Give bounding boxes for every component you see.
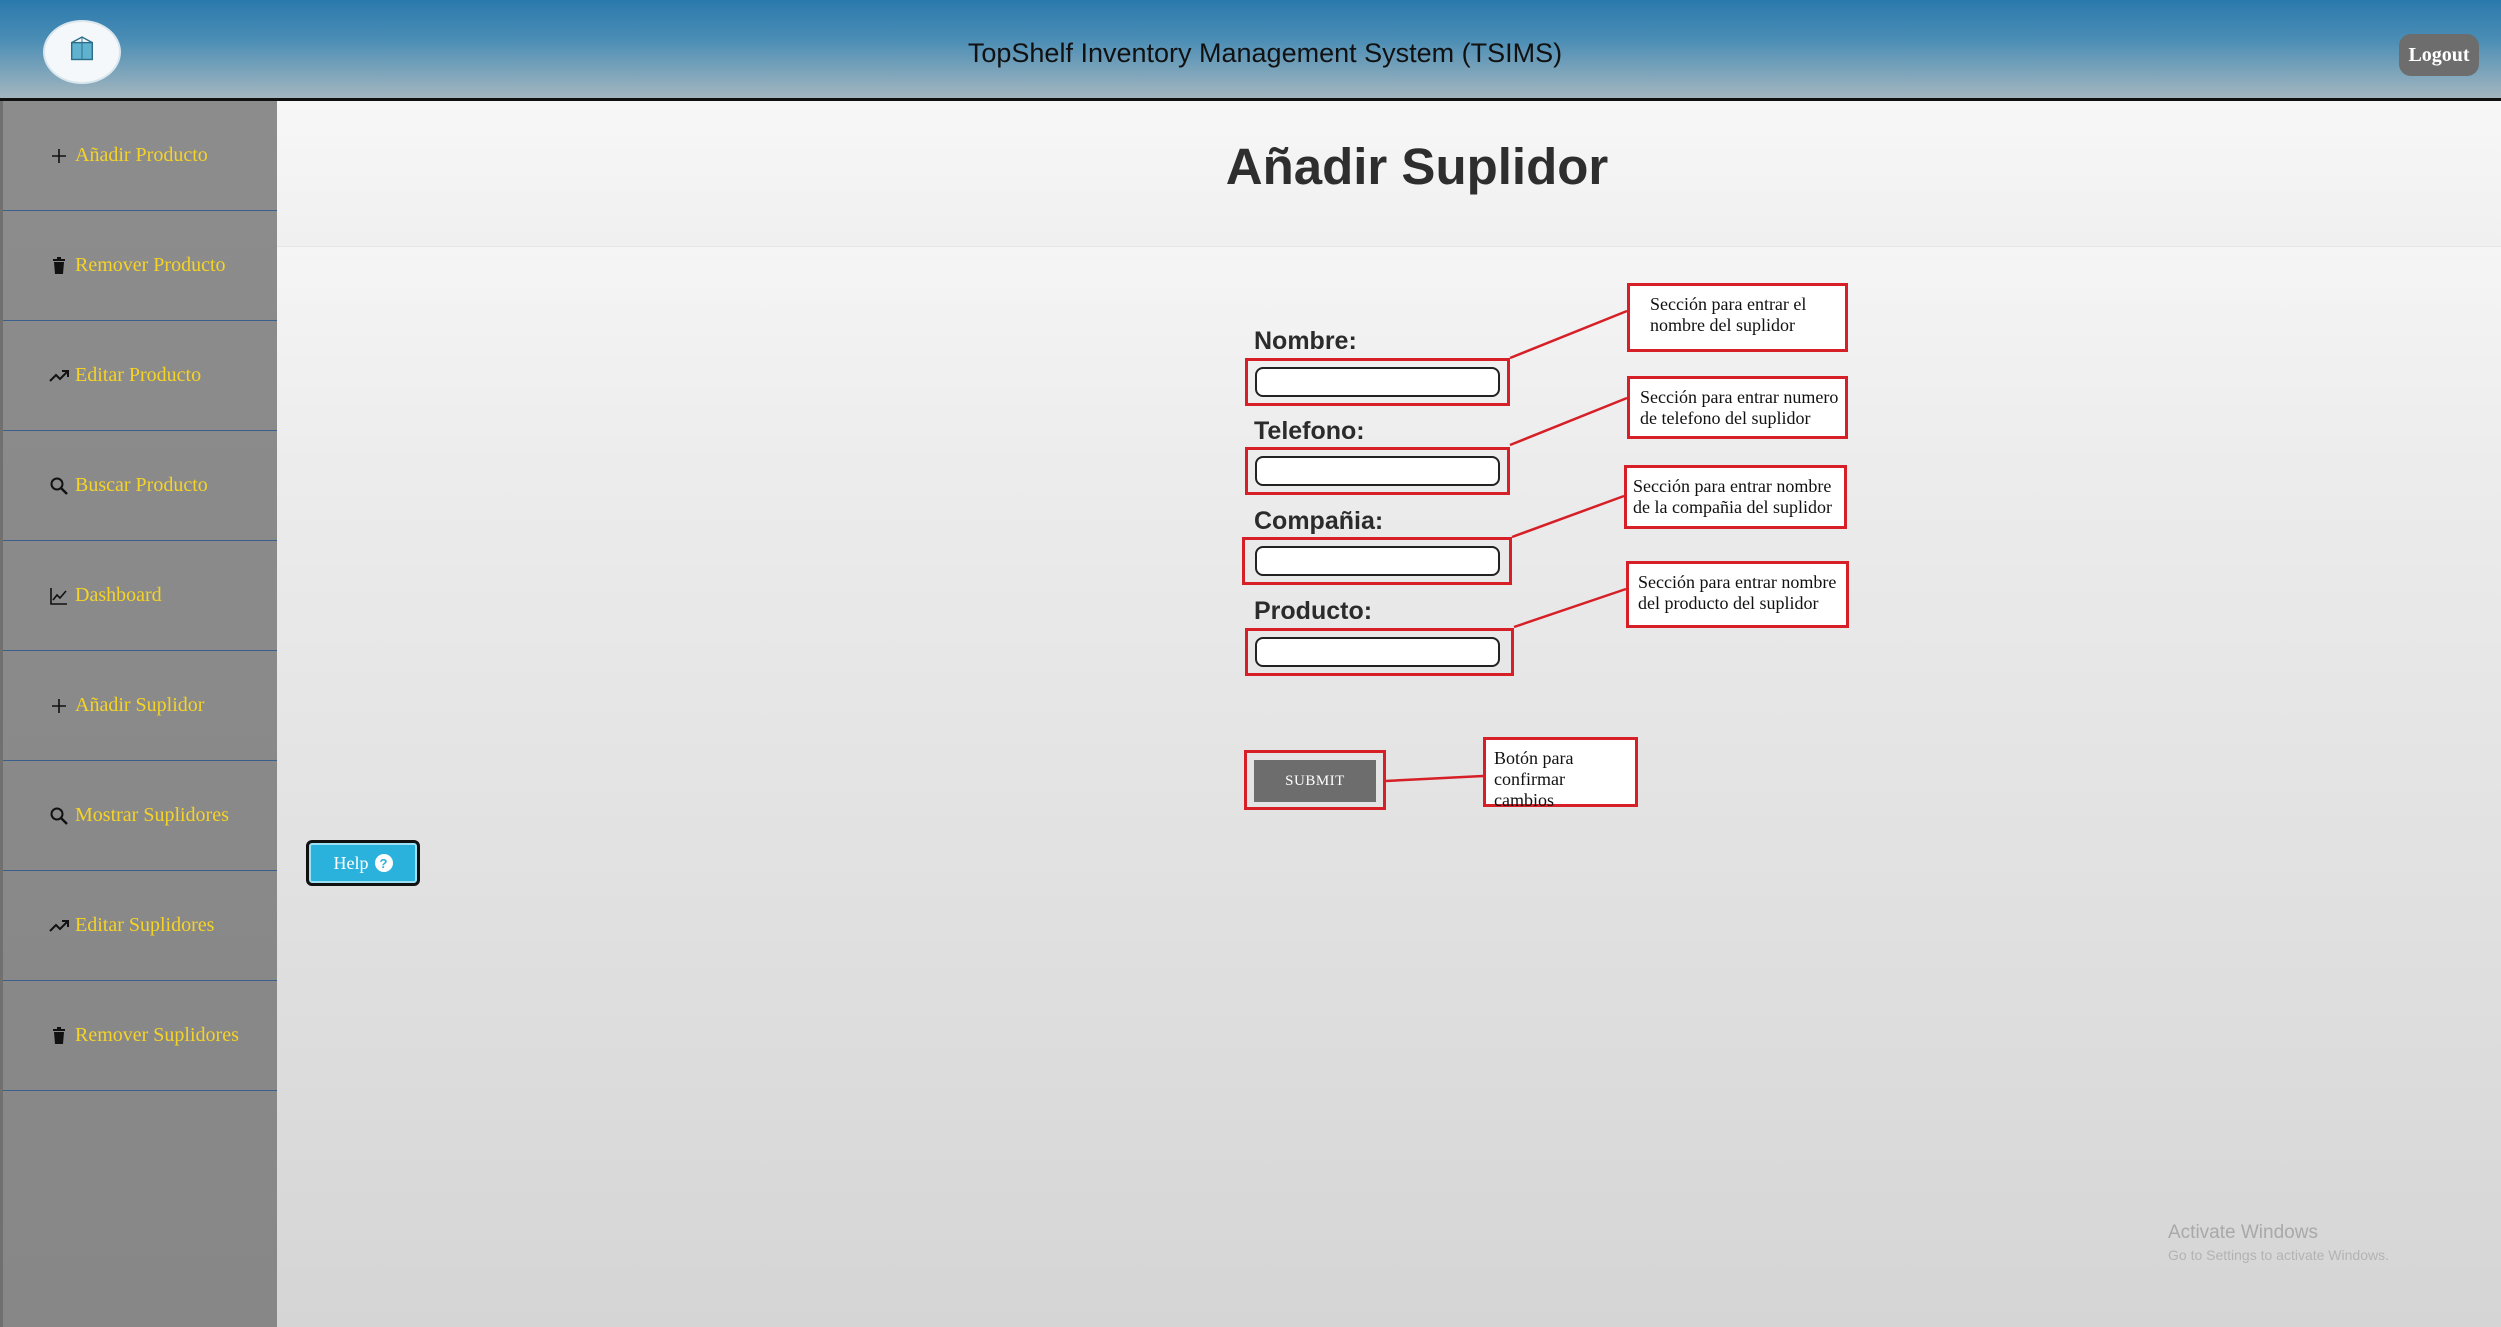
- sidebar-item-label: Remover Producto: [75, 254, 226, 276]
- sidebar-item-anadir-suplidor[interactable]: Añadir Suplidor: [3, 651, 280, 761]
- producto-label: Producto:: [1254, 597, 1373, 625]
- sidebar-item-editar-suplidores[interactable]: Editar Suplidores: [3, 871, 280, 981]
- sidebar-item-label: Añadir Suplidor: [75, 694, 205, 716]
- sidebar-item-editar-producto[interactable]: Editar Producto: [3, 321, 280, 431]
- line-chart-icon: [49, 586, 69, 606]
- producto-note: Sección para entrar nombre del producto …: [1626, 561, 1849, 628]
- sidebar-item-label: Buscar Producto: [75, 474, 208, 496]
- sidebar-item-label: Mostrar Suplidores: [75, 804, 229, 826]
- submit-button[interactable]: SUBMIT: [1254, 760, 1376, 802]
- compania-note: Sección para entrar nombre de la compañi…: [1624, 465, 1847, 529]
- search-icon: [49, 476, 69, 496]
- producto-input[interactable]: [1255, 637, 1500, 667]
- app-title: TopShelf Inventory Management System (TS…: [967, 38, 1563, 68]
- sidebar-item-dashboard[interactable]: Dashboard: [3, 541, 280, 651]
- sidebar-item-buscar-producto[interactable]: Buscar Producto: [3, 431, 280, 541]
- activate-windows-subtitle: Go to Settings to activate Windows.: [2168, 1247, 2389, 1263]
- submit-note: Botón para confirmar cambios: [1483, 737, 1638, 810]
- nombre-annotation-box: [1245, 358, 1510, 406]
- producto-annotation-box: [1245, 628, 1514, 676]
- telefono-label: Telefono:: [1254, 417, 1365, 445]
- submit-annotation-box: SUBMIT: [1244, 750, 1386, 810]
- sidebar-item-remover-suplidores[interactable]: Remover Suplidores: [3, 981, 280, 1091]
- plus-icon: [49, 146, 69, 166]
- nombre-note: Sección para entrar el nombre del suplid…: [1627, 283, 1848, 352]
- search-icon: [49, 806, 69, 826]
- trash-icon: [49, 1026, 69, 1046]
- telefono-input[interactable]: [1255, 456, 1500, 486]
- sidebar-item-label: Remover Suplidores: [75, 1024, 239, 1046]
- main-content: Añadir Suplidor: [277, 101, 2501, 1327]
- help-button[interactable]: Help ?: [306, 840, 420, 886]
- nombre-input[interactable]: [1255, 367, 1500, 397]
- app-header: TopShelf Inventory Management System (TS…: [0, 0, 2501, 101]
- sidebar-item-remover-producto[interactable]: Remover Producto: [3, 211, 280, 321]
- compania-annotation-box: [1242, 537, 1512, 585]
- activate-windows-title: Activate Windows: [2168, 1222, 2318, 1243]
- trend-up-icon: [49, 916, 69, 936]
- telefono-annotation-box: [1245, 447, 1510, 495]
- page-title-bar: Añadir Suplidor: [277, 101, 2501, 247]
- page-title: Añadir Suplidor: [1225, 138, 1609, 195]
- compania-label: Compañia:: [1254, 507, 1384, 535]
- plus-icon: [49, 696, 69, 716]
- help-label: Help: [333, 852, 369, 873]
- sidebar-item-anadir-producto[interactable]: Añadir Producto: [3, 101, 280, 211]
- sidebar-item-mostrar-suplidores[interactable]: Mostrar Suplidores: [3, 761, 280, 871]
- sidebar-item-label: Editar Producto: [75, 364, 202, 386]
- trend-up-icon: [49, 366, 69, 386]
- nombre-label: Nombre:: [1254, 327, 1357, 355]
- sidebar-item-label: Editar Suplidores: [75, 914, 215, 936]
- logout-button[interactable]: Logout: [2399, 34, 2479, 76]
- compania-input[interactable]: [1255, 546, 1500, 576]
- telefono-note: Sección para entrar numero de telefono d…: [1627, 376, 1848, 439]
- sidebar-item-label: Añadir Producto: [75, 144, 208, 166]
- sidebar: Añadir Producto Remover Producto Editar …: [0, 101, 280, 1327]
- trash-icon: [49, 256, 69, 276]
- question-circle-icon: ?: [374, 854, 393, 872]
- sidebar-item-label: Dashboard: [75, 584, 162, 606]
